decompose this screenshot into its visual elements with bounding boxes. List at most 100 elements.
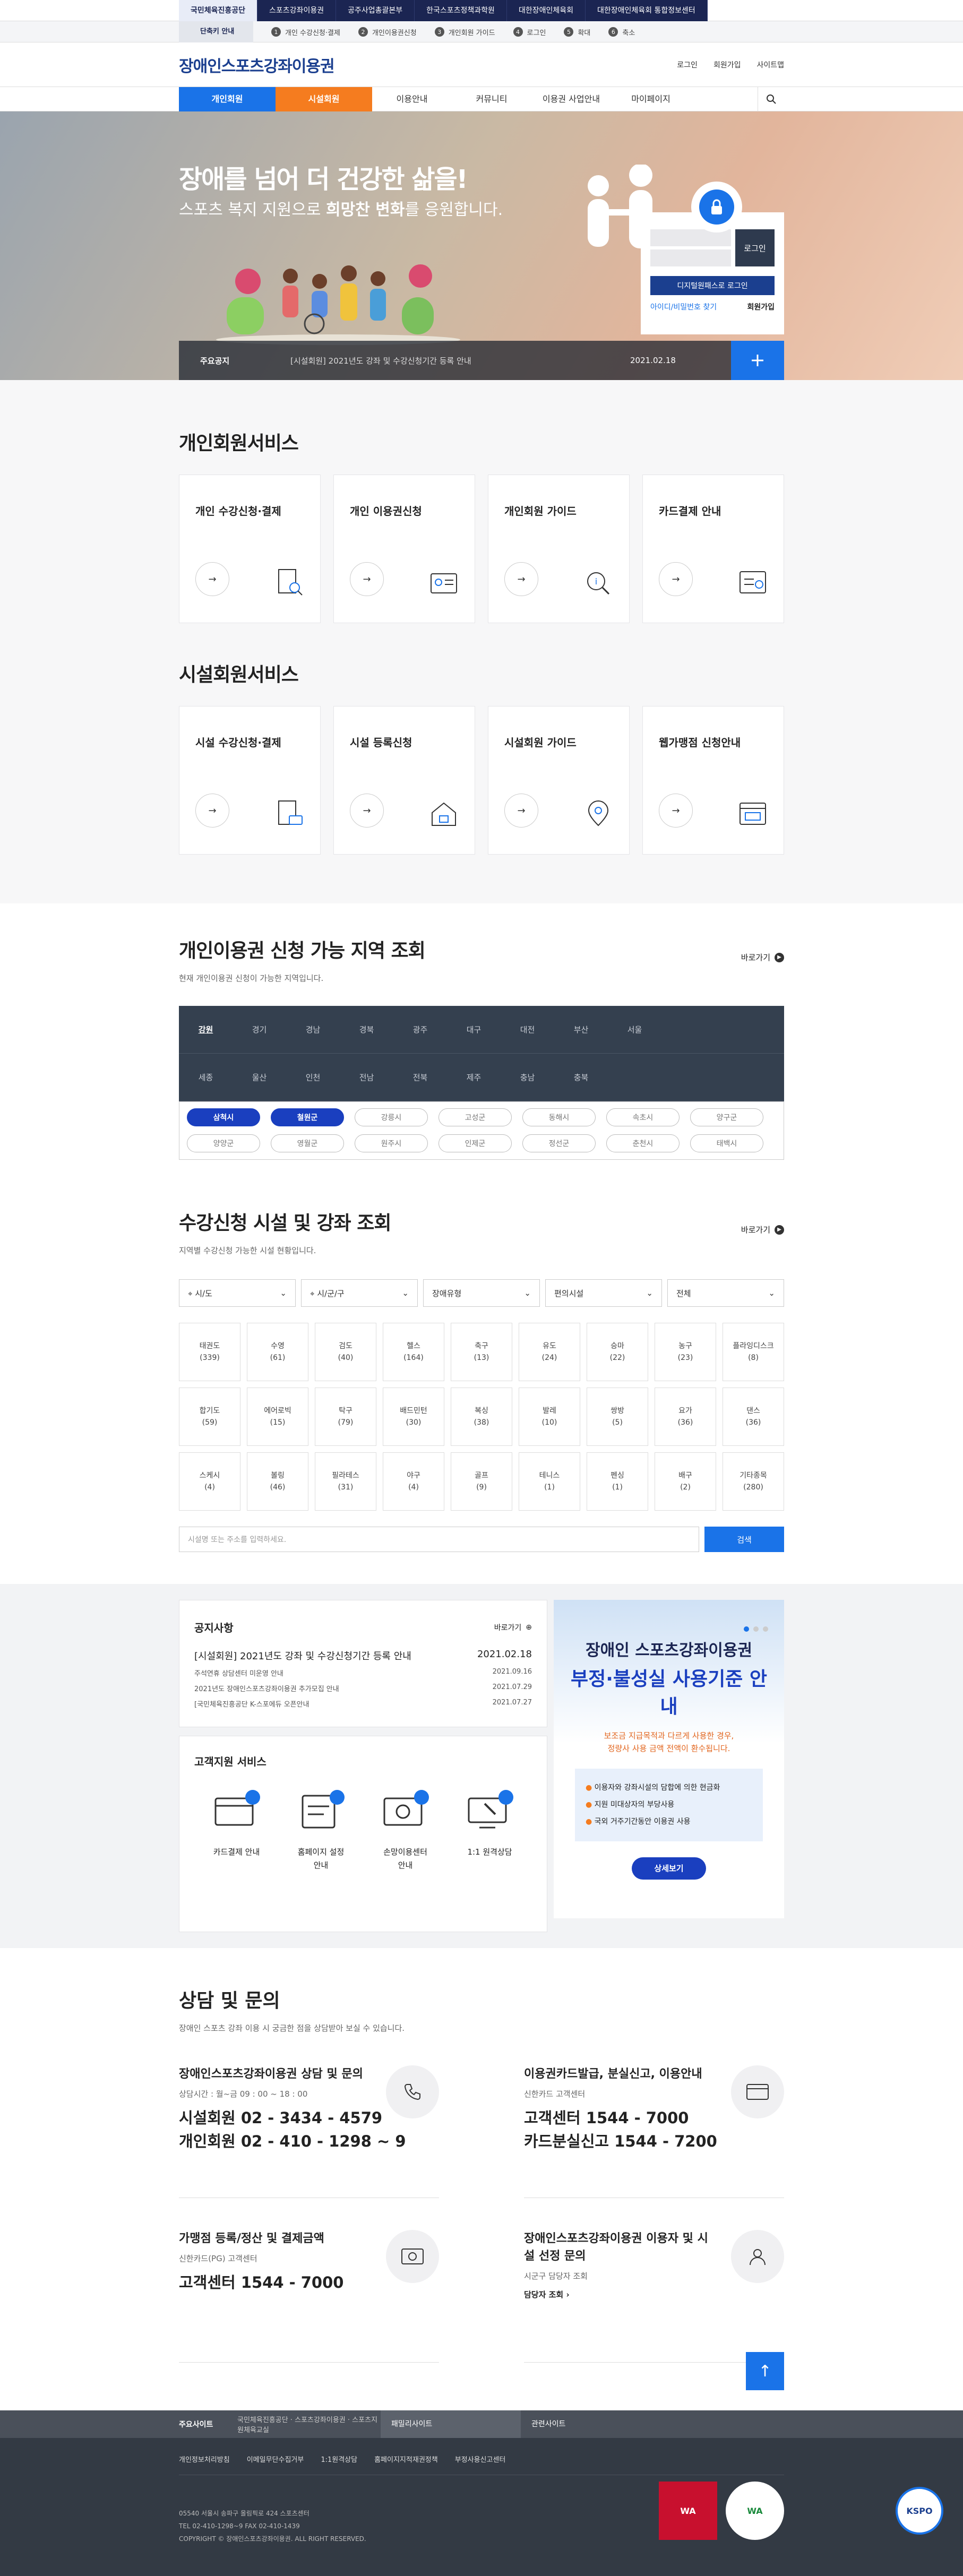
amenity-select[interactable]: 편의시설 ⌄ <box>545 1279 662 1307</box>
sport-cell[interactable]: 에어로빅 (15) <box>247 1388 308 1446</box>
more-link[interactable]: 바로가기 ▶ <box>741 952 784 963</box>
sport-cell[interactable]: 농구 (23) <box>655 1323 716 1381</box>
district-chip[interactable]: 고성군 <box>438 1108 512 1126</box>
sport-cell[interactable]: 야구 (4) <box>383 1452 444 1511</box>
district-chip[interactable]: 원주시 <box>355 1134 428 1152</box>
district-chip[interactable]: 동해시 <box>522 1108 596 1126</box>
detail-button[interactable]: 상세보기 <box>632 1857 706 1880</box>
disability-select[interactable]: 장애유형 ⌄ <box>423 1279 540 1307</box>
region-tab[interactable]: 강원 <box>179 1024 233 1035</box>
region-tab[interactable]: 인천 <box>286 1072 340 1083</box>
district-chip[interactable]: 속초시 <box>606 1108 680 1126</box>
notice-item[interactable]: [국민체육진흥공단 K-스포에듀 오픈안내 2021.07.27 <box>194 1699 532 1709</box>
sport-cell[interactable]: 태권도 (339) <box>179 1323 240 1381</box>
region-tab[interactable]: 세종 <box>179 1072 233 1083</box>
district-chip[interactable]: 정선군 <box>522 1134 596 1152</box>
notice-text[interactable]: [시설회원] 2021년도 강좌 및 수강신청기간 등록 안내 <box>290 355 630 366</box>
district-chip[interactable]: 영월군 <box>271 1134 344 1152</box>
footer-link[interactable]: 개인정보처리방침 <box>179 2454 230 2464</box>
sport-cell[interactable]: 배드민턴 (30) <box>383 1388 444 1446</box>
region-tab[interactable]: 부산 <box>554 1024 608 1035</box>
shortcut-item[interactable]: 1 개인 수강신청·결제 <box>271 27 340 37</box>
join-link[interactable]: 회원가입 <box>747 301 775 312</box>
city-select[interactable]: ⌖ 시/군/구 ⌄ <box>301 1279 418 1307</box>
search-icon[interactable] <box>758 87 784 111</box>
sport-cell[interactable]: 쌍방 (5) <box>587 1388 648 1446</box>
nav-community[interactable]: 커뮤니티 <box>452 87 531 111</box>
sport-cell[interactable]: 합기도 (59) <box>179 1388 240 1446</box>
sport-cell[interactable]: 스케시 (4) <box>179 1452 240 1511</box>
facility-search-button[interactable]: 검색 <box>704 1527 784 1552</box>
sport-cell[interactable]: 골프 (9) <box>451 1452 512 1511</box>
service-card[interactable]: 개인회원 가이드 → i <box>488 475 630 623</box>
tab-personal[interactable]: 개인회원 <box>179 87 276 111</box>
notice-item[interactable]: 주석연휴 상담센터 미운영 안내 2021.09.16 <box>194 1668 532 1678</box>
sport-cell[interactable]: 복싱 (38) <box>451 1388 512 1446</box>
district-chip[interactable]: 춘천시 <box>606 1134 680 1152</box>
footer-link[interactable]: 1:1원격상담 <box>321 2454 357 2464</box>
region-tab[interactable]: 전남 <box>340 1072 393 1083</box>
district-chip[interactable]: 강릉시 <box>355 1108 428 1126</box>
sport-cell[interactable]: 배구 (2) <box>655 1452 716 1511</box>
footer-link[interactable]: 홈페이지지적재권정책 <box>374 2454 438 2464</box>
all-select[interactable]: 전체 ⌄ <box>667 1279 784 1307</box>
region-tab[interactable]: 광주 <box>393 1024 447 1035</box>
more-link[interactable]: 바로가기 ▶ <box>741 1224 784 1235</box>
facility-search-input[interactable]: 시설명 또는 주소를 입력하세요. <box>179 1527 699 1552</box>
region-tab[interactable]: 충남 <box>501 1072 554 1083</box>
find-account-link[interactable]: 아이디/비밀번호 찾기 <box>650 301 717 312</box>
district-chip[interactable]: 인제군 <box>438 1134 512 1152</box>
sport-cell[interactable]: 헬스 (164) <box>383 1323 444 1381</box>
family-sites-select[interactable]: 패밀리사이트 <box>381 2410 521 2438</box>
district-chip[interactable]: 양양군 <box>187 1134 260 1152</box>
shortcut-toggle[interactable]: 단축키 안내 <box>179 21 253 42</box>
service-card[interactable]: 시설 등록신청 → <box>333 706 475 855</box>
cs-item[interactable]: 손망이용센터 안내 <box>379 1788 432 1873</box>
org-link[interactable]: 대한장애인체육회 <box>506 0 586 21</box>
region-tab[interactable]: 경기 <box>233 1024 286 1035</box>
sport-cell[interactable]: 수영 (61) <box>247 1323 308 1381</box>
region-tab[interactable]: 대구 <box>447 1024 501 1035</box>
shortcut-item[interactable]: 6 축소 <box>608 27 635 37</box>
district-chip[interactable]: 철원군 <box>271 1108 344 1126</box>
district-chip[interactable]: 양구군 <box>690 1108 763 1126</box>
password-input[interactable] <box>650 249 731 266</box>
region-tab[interactable]: 서울 <box>608 1024 661 1035</box>
org-link[interactable]: 대한장애인체육회 통합정보센터 <box>586 0 708 21</box>
login-link[interactable]: 로그인 <box>677 59 698 70</box>
shortcut-item[interactable]: 5 확대 <box>564 27 590 37</box>
sport-cell[interactable]: 요가 (36) <box>655 1388 716 1446</box>
footer-link[interactable]: 부정사용신고센터 <box>455 2454 506 2464</box>
province-select[interactable]: ⌖ 시/도 ⌄ <box>179 1279 296 1307</box>
region-tab[interactable]: 대전 <box>501 1024 554 1035</box>
sport-cell[interactable]: 필라테스 (31) <box>315 1452 376 1511</box>
region-tab[interactable]: 제주 <box>447 1072 501 1083</box>
shortcut-item[interactable]: 3 개인회원 가이드 <box>434 27 495 37</box>
sport-cell[interactable]: 댄스 (36) <box>723 1388 784 1446</box>
nav-usage[interactable]: 이용안내 <box>372 87 452 111</box>
cs-item[interactable]: 홈페이지 설정 안내 <box>295 1788 348 1873</box>
related-sites-select[interactable]: 관련사이트 <box>521 2410 784 2438</box>
site-logo[interactable]: 장애인스포츠강좌이용권 <box>179 53 335 76</box>
join-link[interactable]: 회원가입 <box>713 59 741 70</box>
sport-cell[interactable]: 펜싱 (1) <box>587 1452 648 1511</box>
sport-cell[interactable]: 탁구 (79) <box>315 1388 376 1446</box>
main-sites-select[interactable]: 국민체육진흥공단 · 스포츠강좌이용권 · 스포츠지원체육교실 <box>237 2414 381 2434</box>
sport-cell[interactable]: 기타종목 (280) <box>723 1452 784 1511</box>
district-chip[interactable]: 삼척시 <box>187 1108 260 1126</box>
region-tab[interactable]: 경북 <box>340 1024 393 1035</box>
district-chip[interactable]: 태백시 <box>690 1134 763 1152</box>
more-link[interactable]: 바로가기 ⊕ <box>494 1619 532 1635</box>
sport-cell[interactable]: 유도 (24) <box>519 1323 580 1381</box>
org-link[interactable]: 스포츠강좌이용권 <box>257 0 337 21</box>
service-card[interactable]: 개인 수강신청·결제 → <box>179 475 321 623</box>
sport-cell[interactable]: 플라잉디스크 (8) <box>723 1323 784 1381</box>
service-card[interactable]: 시설회원 가이드 → <box>488 706 630 855</box>
region-tab[interactable]: 충북 <box>554 1072 608 1083</box>
sport-cell[interactable]: 볼링 (46) <box>247 1452 308 1511</box>
tab-facility[interactable]: 시설회원 <box>276 87 372 111</box>
org-link[interactable]: 한국스포츠정책과학원 <box>415 0 507 21</box>
region-tab[interactable]: 전북 <box>393 1072 447 1083</box>
region-tab[interactable]: 경남 <box>286 1024 340 1035</box>
nav-business[interactable]: 이용권 사업안내 <box>531 87 611 111</box>
